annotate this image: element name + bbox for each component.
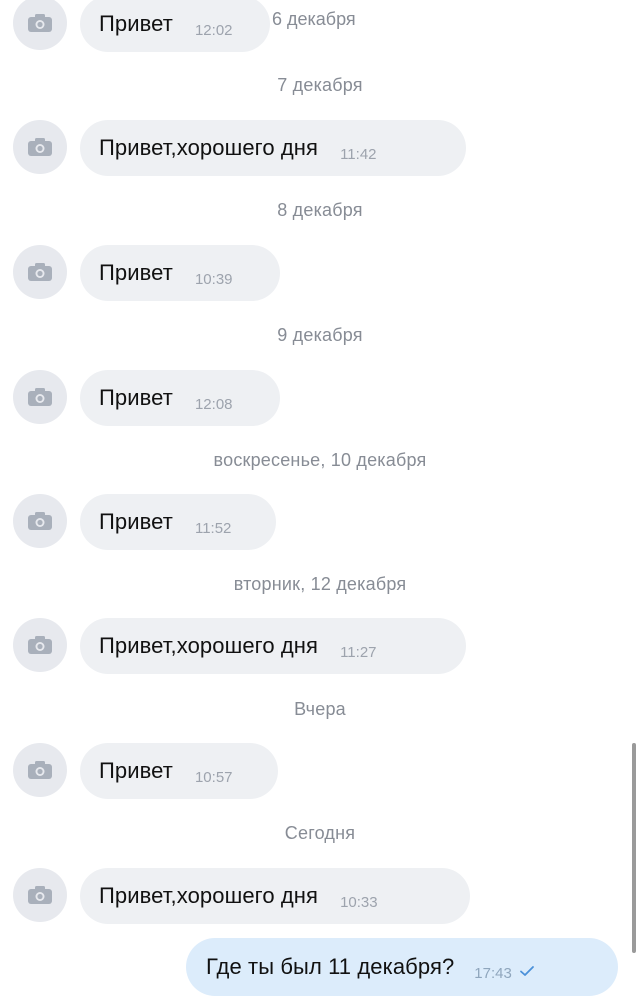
camera-icon [28,388,52,406]
camera-icon [28,512,52,530]
sender-avatar[interactable] [13,0,67,50]
message-time: 11:42 [340,145,377,163]
message-time: 10:57 [194,768,233,786]
date-separator: 9 декабря [277,325,363,345]
camera-icon [28,138,52,156]
date-separator: 8 декабря [277,200,363,220]
date-separator: Сегодня [284,823,356,843]
date-separator: 7 декабря [277,75,363,95]
scrollbar[interactable] [632,743,636,953]
message-bubble[interactable]: Привет,хорошего дня 11:42 [80,120,466,176]
message-time: 10:39 [194,270,233,288]
sender-avatar[interactable] [13,743,67,797]
message-text: Привет,хорошего дня [99,633,319,658]
message-time: 12:08 [194,395,233,413]
date-separator: Вчера [294,699,346,719]
message-text: Привет [99,758,173,783]
sender-avatar[interactable] [13,120,67,174]
message-text: Привет,хорошего дня [99,135,319,160]
date-separator: вторник, 12 декабря [233,574,407,594]
message-bubble[interactable]: Привет 12:02 [80,0,270,52]
message-bubble[interactable]: Привет,хорошего дня 10:33 [80,868,470,924]
message-bubble[interactable]: Привет,хорошего дня 11:27 [80,618,466,674]
message-time: 10:33 [340,893,378,911]
message-text: Привет [99,509,173,534]
message-text: Привет [99,260,173,285]
message-bubble[interactable]: Привет 11:52 [80,494,276,550]
message-text: Где ты был 11 декабря? [206,954,455,979]
camera-icon [28,761,52,779]
camera-icon [28,14,52,32]
sender-avatar[interactable] [13,245,67,299]
message-text: Привет [99,11,173,36]
message-time: 17:43 [474,964,512,982]
message-text: Привет,хорошего дня [99,883,319,908]
check-icon [519,964,535,982]
message-time: 11:27 [340,643,377,661]
camera-icon [28,886,52,904]
sender-avatar[interactable] [13,618,67,672]
date-separator: 6 декабря [272,9,356,29]
sender-avatar[interactable] [13,868,67,922]
date-separator: воскресенье, 10 декабря [213,450,427,470]
camera-icon [28,263,52,281]
message-bubble[interactable]: Привет 12:08 [80,370,280,426]
outgoing-message-bubble[interactable]: Где ты был 11 декабря? 17:43 [186,938,618,996]
camera-icon [28,636,52,654]
message-bubble[interactable]: Привет 10:57 [80,743,278,799]
message-text: Привет [99,385,173,410]
message-bubble[interactable]: Привет 10:39 [80,245,280,301]
message-time: 11:52 [194,519,232,537]
message-time: 12:02 [194,21,233,39]
sender-avatar[interactable] [13,370,67,424]
sender-avatar[interactable] [13,494,67,548]
